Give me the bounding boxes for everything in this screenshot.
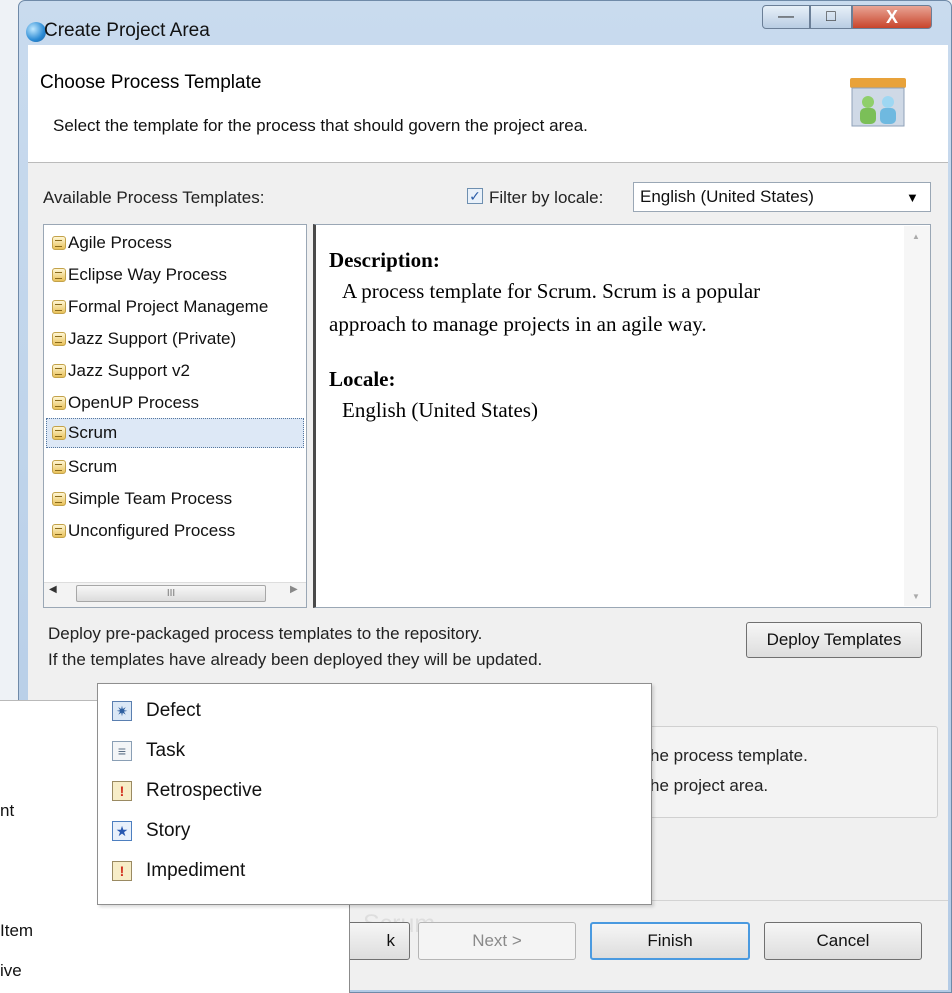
wizard-header — [28, 45, 948, 163]
template-icon — [52, 300, 66, 314]
list-item[interactable]: Eclipse Way Process — [52, 260, 227, 290]
available-templates-label: Available Process Templates: — [43, 188, 265, 207]
list-item[interactable]: Scrum — [52, 452, 117, 482]
filter-by-locale-label: Filter by locale: — [489, 188, 604, 207]
list-item-selected[interactable]: Scrum — [46, 418, 304, 448]
template-icon — [52, 364, 66, 378]
scroll-down-icon[interactable]: ▼ — [912, 592, 920, 601]
scroll-left-icon[interactable]: ◀ — [49, 584, 57, 595]
template-icon — [52, 524, 66, 538]
dropdown-item-defect[interactable]: ✷ Defect — [112, 697, 201, 725]
close-icon: X — [885, 6, 898, 27]
maximize-button[interactable]: □ — [810, 5, 852, 29]
description-text-line2: approach to manage projects in an agile … — [329, 312, 707, 336]
dropdown-item-impediment[interactable]: ! Impediment — [112, 857, 245, 885]
story-icon: ★ — [112, 821, 132, 841]
filter-by-locale-checkbox[interactable]: ✓ — [467, 188, 483, 204]
page-subtitle: Select the template for the process that… — [53, 116, 588, 135]
template-list[interactable]: Agile Process Eclipse Way Process Formal… — [43, 224, 307, 608]
template-icon — [52, 460, 66, 474]
defect-icon: ✷ — [112, 701, 132, 721]
checkmark-icon: ✓ — [469, 187, 481, 204]
description-heading: Description: — [329, 248, 440, 272]
scrollbar-thumb[interactable]: III — [76, 585, 266, 602]
minimize-icon: — — [778, 8, 794, 25]
template-icon — [52, 268, 66, 282]
panel-item[interactable]: ive — [0, 961, 22, 981]
minimize-button[interactable]: — — [762, 5, 810, 29]
dropdown-item-task[interactable]: ≡ Task — [112, 737, 185, 765]
panel-item[interactable]: nt — [0, 801, 14, 821]
group-text-line1: he process template. — [650, 746, 808, 765]
project-area-icon — [850, 78, 906, 127]
scroll-right-icon[interactable]: ▶ — [290, 584, 298, 595]
chevron-down-icon[interactable]: ▼ — [906, 190, 919, 205]
retrospective-icon: ! — [112, 781, 132, 801]
list-item[interactable]: Jazz Support (Private) — [52, 324, 236, 354]
list-item[interactable]: Unconfigured Process — [52, 516, 235, 546]
next-button[interactable]: Next > — [418, 922, 576, 960]
finish-button[interactable]: Finish — [590, 922, 750, 960]
task-icon: ≡ — [112, 741, 132, 761]
template-icon — [52, 492, 66, 506]
scroll-up-icon[interactable]: ▲ — [912, 232, 920, 241]
deploy-info-line2: If the templates have already been deplo… — [48, 650, 543, 669]
template-icon — [52, 426, 66, 440]
template-icon — [52, 236, 66, 250]
vertical-scrollbar[interactable] — [904, 226, 930, 606]
locale-value: English (United States) — [342, 398, 538, 422]
list-item[interactable]: Simple Team Process — [52, 484, 232, 514]
deploy-templates-button[interactable]: Deploy Templates — [746, 622, 922, 658]
cancel-button[interactable]: Cancel — [764, 922, 922, 960]
template-icon — [52, 396, 66, 410]
list-item[interactable]: OpenUP Process — [52, 388, 199, 418]
locale-heading: Locale: — [329, 367, 396, 391]
app-icon — [26, 22, 46, 42]
template-icon — [52, 332, 66, 346]
dropdown-item-retrospective[interactable]: ! Retrospective — [112, 777, 262, 805]
impediment-icon: ! — [112, 861, 132, 881]
maximize-icon: □ — [826, 8, 836, 25]
page-title: Choose Process Template — [40, 72, 262, 93]
description-text-line1: A process template for Scrum. Scrum is a… — [342, 279, 761, 303]
list-item[interactable]: Agile Process — [52, 228, 172, 258]
panel-item[interactable]: Item — [0, 921, 33, 941]
list-item[interactable]: Jazz Support v2 — [52, 356, 190, 386]
list-item[interactable]: Formal Project Manageme — [52, 292, 268, 322]
dropdown-item-story[interactable]: ★ Story — [112, 817, 190, 845]
close-button[interactable]: X — [852, 5, 932, 29]
window-title: Create Project Area — [44, 20, 210, 41]
locale-select-value: English (United States) — [640, 187, 814, 206]
deploy-info-line1: Deploy pre-packaged process templates to… — [48, 624, 483, 643]
group-text-line2: he project area. — [650, 776, 769, 795]
